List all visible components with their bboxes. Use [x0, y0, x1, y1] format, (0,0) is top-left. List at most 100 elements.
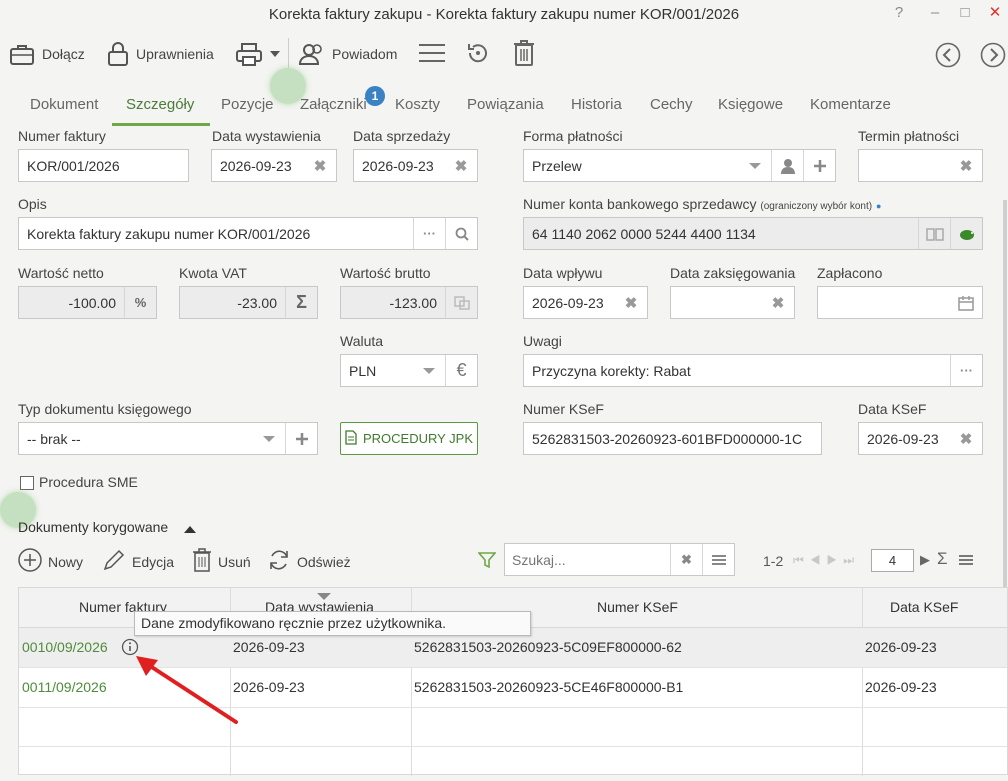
minimize-button[interactable]: –: [924, 2, 946, 24]
attach-button[interactable]: Dołącz: [8, 38, 85, 70]
close-button[interactable]: ✕: [984, 2, 1006, 24]
notes-field[interactable]: Przyczyna korekty: Rabat ···: [523, 354, 983, 387]
tab-powiazania[interactable]: Powiązania: [467, 96, 544, 113]
next-page-icon[interactable]: ▶: [920, 552, 930, 568]
permissions-button[interactable]: Uprawnienia: [106, 38, 214, 70]
net-value: -100.00: [68, 294, 116, 311]
row-ksef: 5262831503-20260923-5CE46F800000-B1: [414, 679, 684, 695]
row-invoice-link[interactable]: 0010/09/2026: [22, 639, 108, 655]
edit-button[interactable]: Edycja: [102, 548, 174, 575]
search-icon[interactable]: [445, 218, 477, 249]
toolbar-divider: [288, 38, 289, 68]
menu-icon[interactable]: [702, 544, 734, 575]
sme-checkbox[interactable]: [20, 476, 34, 490]
booking-date-field[interactable]: ✖: [670, 286, 795, 319]
sort-indicator-icon: [317, 588, 331, 604]
attach-label: Dołącz: [42, 46, 85, 62]
notify-button[interactable]: Powiadom: [298, 38, 397, 70]
users-icon: [298, 41, 326, 67]
row-issue-date: 2026-09-23: [233, 679, 305, 695]
piggy-bank-icon[interactable]: [950, 218, 982, 249]
row-invoice-link[interactable]: 0011/09/2026: [22, 679, 107, 695]
jpk-procedures-button[interactable]: PROCEDURY JPK: [340, 422, 478, 455]
person-icon[interactable]: [771, 150, 803, 181]
tab-ksiegowe[interactable]: Księgowe: [718, 96, 783, 113]
clear-icon[interactable]: ✖: [950, 423, 982, 454]
percent-button[interactable]: %: [124, 287, 156, 318]
clear-icon[interactable]: ✖: [762, 287, 794, 318]
issue-date-label: Data wystawienia: [212, 128, 321, 144]
calculator-icon[interactable]: [445, 287, 477, 318]
paid-field[interactable]: [817, 286, 983, 319]
clear-icon[interactable]: ✖: [615, 287, 647, 318]
currency-button[interactable]: €: [445, 355, 477, 386]
tab-komentarze[interactable]: Komentarze: [810, 96, 891, 113]
tab-dokument[interactable]: Dokument: [30, 96, 98, 113]
ksef-date-field[interactable]: 2026-09-23 ✖: [858, 422, 983, 455]
payment-form-select[interactable]: Przelew: [523, 149, 836, 182]
maximize-button[interactable]: □: [954, 2, 976, 24]
print-button[interactable]: [234, 38, 280, 70]
permissions-label: Uprawnienia: [136, 46, 214, 62]
jpk-procedures-label: PROCEDURY JPK: [362, 431, 474, 446]
more-icon[interactable]: ···: [950, 355, 982, 386]
calendar-icon[interactable]: [950, 287, 982, 318]
collapse-icon[interactable]: [184, 521, 196, 537]
new-button[interactable]: Nowy: [18, 548, 83, 575]
chevron-down-icon[interactable]: [253, 423, 285, 454]
row-ksef: 5262831503-20260923-5C09EF800000-62: [414, 639, 682, 655]
tab-pozycje[interactable]: Pozycje: [221, 96, 274, 113]
currency-select[interactable]: PLN €: [340, 354, 478, 387]
chevron-down-icon[interactable]: [413, 355, 445, 386]
acc-doc-type-select[interactable]: -- brak --: [18, 422, 318, 455]
sum-button[interactable]: Σ: [285, 287, 317, 318]
section-title[interactable]: Dokumenty korygowane: [18, 519, 168, 535]
refresh-button[interactable]: Odśwież: [267, 548, 351, 575]
payment-term-field[interactable]: ✖: [858, 149, 983, 182]
tab-historia[interactable]: Historia: [571, 96, 622, 113]
ksef-number-field[interactable]: 5262831503-20260923-601BFD000000-1C: [523, 422, 822, 455]
plus-icon[interactable]: [285, 423, 317, 454]
search-field[interactable]: ✖: [504, 543, 735, 576]
chevron-down-icon[interactable]: [739, 150, 771, 181]
search-input[interactable]: [505, 551, 670, 568]
previous-icon[interactable]: [935, 42, 961, 71]
tab-zalaczniki[interactable]: Załączniki: [300, 96, 367, 113]
filter-icon[interactable]: [477, 551, 497, 572]
help-icon[interactable]: ?: [888, 2, 910, 24]
bank-account-label: Numer konta bankowego sprzedawcy (ograni…: [523, 196, 881, 212]
issue-date-field[interactable]: 2026-09-23 ✖: [211, 149, 337, 182]
menu-icon[interactable]: [418, 42, 446, 67]
column-header-ksef-date[interactable]: Data KSeF: [890, 599, 958, 615]
clear-icon[interactable]: ✖: [950, 150, 982, 181]
sum-icon[interactable]: Σ: [937, 549, 948, 569]
column-header-ksef[interactable]: Numer KSeF: [597, 599, 678, 615]
sale-date-field[interactable]: 2026-09-23 ✖: [353, 149, 478, 182]
row-ksef-date: 2026-09-23: [865, 679, 937, 695]
menu-icon[interactable]: [959, 553, 973, 569]
currency-label: Waluta: [340, 333, 384, 349]
next-icon[interactable]: [980, 42, 1006, 71]
description-field[interactable]: Korekta faktury zakupu numer KOR/001/202…: [18, 217, 478, 250]
receipt-date-field[interactable]: 2026-09-23 ✖: [523, 286, 648, 319]
tab-cechy[interactable]: Cechy: [650, 96, 693, 113]
page-size-input[interactable]: 4: [871, 549, 914, 572]
ksef-date-value: 2026-09-23: [867, 430, 939, 447]
sale-date-label: Data sprzedaży: [353, 128, 451, 144]
more-icon[interactable]: ···: [413, 218, 445, 249]
plus-icon[interactable]: [803, 150, 835, 181]
invoice-number-field[interactable]: KOR/001/2026: [18, 149, 189, 182]
page-nav-back[interactable]: ⏮◀▶⏭: [793, 553, 860, 568]
clear-icon[interactable]: ✖: [670, 544, 702, 575]
trash-icon[interactable]: [513, 39, 535, 70]
bank-account-field[interactable]: 64 1140 2062 0000 5244 4400 1134: [523, 217, 983, 250]
book-icon[interactable]: [918, 218, 950, 249]
page-range: 1-2: [763, 553, 784, 569]
tab-koszty[interactable]: Koszty: [395, 96, 440, 113]
vat-value: -23.00: [237, 294, 277, 311]
clear-icon[interactable]: ✖: [445, 150, 477, 181]
history-icon[interactable]: [465, 40, 491, 69]
tab-szczegoly[interactable]: Szczegóły: [126, 96, 194, 113]
delete-button[interactable]: Usuń: [192, 548, 251, 575]
clear-icon[interactable]: ✖: [304, 150, 336, 181]
